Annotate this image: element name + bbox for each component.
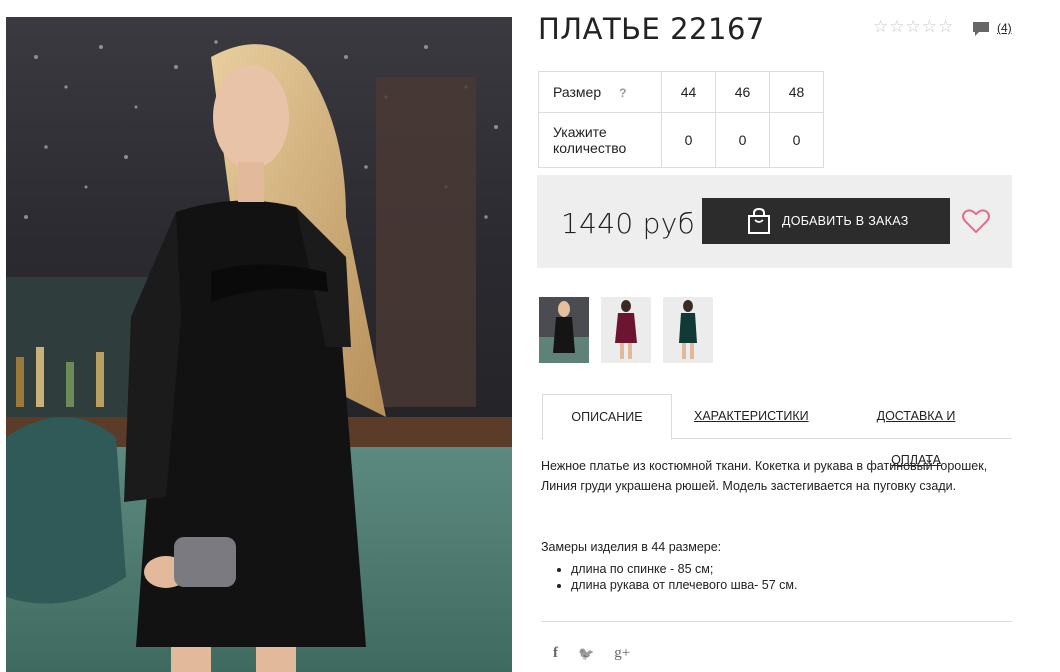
main-product-photo[interactable] <box>6 17 512 672</box>
star-icon[interactable]: ☆ <box>889 18 904 36</box>
divider <box>541 621 1012 622</box>
add-to-order-button[interactable]: ДОБАВИТЬ В ЗАКАЗ <box>702 198 950 244</box>
thumbnail-gallery <box>539 297 713 363</box>
thumbnail-green-dress[interactable] <box>663 297 713 363</box>
list-item: длина рукава от плечевого шва- 57 см. <box>571 577 798 593</box>
star-icon[interactable]: ☆ <box>938 18 953 36</box>
measurements-list: длина по спинке - 85 см; длина рукава от… <box>557 561 798 593</box>
product-title: ПЛАТЬЕ 22167 <box>538 12 765 46</box>
size-quantity-table: Размер? 44 46 48 Укажите количество 0 0 … <box>538 71 824 168</box>
star-icon[interactable]: ☆ <box>873 18 888 36</box>
add-to-order-label: ДОБАВИТЬ В ЗАКАЗ <box>782 214 909 228</box>
tab-delivery-payment[interactable]: ДОСТАВКА И ОПЛАТА <box>852 394 980 467</box>
product-tabs: ОПИСАНИЕ ХАРАКТЕРИСТИКИ ДОСТАВКА И ОПЛАТ… <box>541 394 1012 467</box>
quantity-label: Укажите количество <box>538 112 662 168</box>
measurements-title: Замеры изделия в 44 размере: <box>541 540 722 554</box>
tab-description[interactable]: ОПИСАНИЕ <box>542 394 672 440</box>
google-plus-icon[interactable]: g+ <box>614 645 630 662</box>
description-text: Нежное платье из костюмной ткани. Кокетк… <box>541 459 988 493</box>
size-option: 46 <box>715 71 770 113</box>
quantity-input[interactable]: 0 <box>715 112 770 168</box>
reviews-count-link[interactable]: (4) <box>997 21 1012 35</box>
social-share: f 🐦 g+ <box>553 645 630 662</box>
size-label: Размер <box>553 84 602 100</box>
size-row: Размер? 44 46 48 <box>538 71 824 113</box>
shopping-bag-icon <box>748 207 770 234</box>
star-icon[interactable]: ☆ <box>922 18 937 36</box>
size-help-icon[interactable]: ? <box>619 86 626 100</box>
twitter-icon[interactable]: 🐦 <box>578 646 594 662</box>
facebook-icon[interactable]: f <box>553 645 558 662</box>
buy-box: 1440 руб ДОБАВИТЬ В ЗАКАЗ <box>537 175 1012 268</box>
size-option: 48 <box>769 71 824 113</box>
thumbnail-burgundy-dress[interactable] <box>601 297 651 363</box>
thumbnail-black-dress[interactable] <box>539 297 589 363</box>
comment-icon[interactable] <box>972 21 990 37</box>
price: 1440 руб <box>561 207 696 240</box>
tab-specifications[interactable]: ХАРАКТЕРИСТИКИ <box>694 394 809 438</box>
heart-icon[interactable] <box>962 208 990 234</box>
rating-stars[interactable]: ☆ ☆ ☆ ☆ ☆ <box>873 18 953 36</box>
quantity-row: Укажите количество 0 0 0 <box>538 112 824 168</box>
list-item: длина по спинке - 85 см; <box>571 561 798 577</box>
size-option: 44 <box>661 71 716 113</box>
star-icon[interactable]: ☆ <box>906 18 921 36</box>
quantity-input[interactable]: 0 <box>661 112 716 168</box>
size-label-cell: Размер? <box>538 71 662 113</box>
quantity-input[interactable]: 0 <box>769 112 824 168</box>
